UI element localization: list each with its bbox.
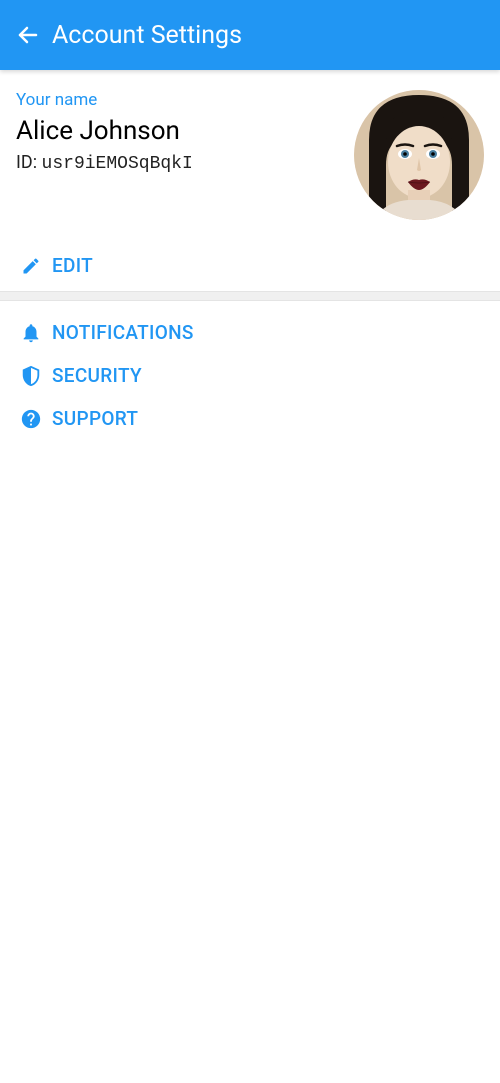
shield-icon <box>20 365 42 387</box>
profile-info: Your name Alice Johnson ID: usr9iEMOSqBq… <box>16 90 342 174</box>
pencil-icon <box>20 255 42 277</box>
menu-item-notifications[interactable]: NOTIFICATIONS <box>0 311 500 354</box>
page-title: Account Settings <box>52 21 242 50</box>
section-divider <box>0 291 500 301</box>
name-label: Your name <box>16 90 342 110</box>
menu-section: NOTIFICATIONS SECURITY SUPPORT <box>0 301 500 450</box>
notifications-label: NOTIFICATIONS <box>52 321 194 344</box>
avatar-image <box>354 90 484 220</box>
support-label: SUPPORT <box>52 407 138 430</box>
back-button[interactable] <box>16 23 40 47</box>
user-id-line: ID: usr9iEMOSqBqkI <box>16 152 342 174</box>
app-header: Account Settings <box>0 0 500 70</box>
profile-section: Your name Alice Johnson ID: usr9iEMOSqBq… <box>0 70 500 244</box>
id-label: ID: <box>16 152 42 173</box>
menu-item-support[interactable]: SUPPORT <box>0 397 500 440</box>
edit-button[interactable]: EDIT <box>0 244 500 291</box>
edit-label: EDIT <box>52 254 93 277</box>
bell-icon <box>20 322 42 344</box>
back-arrow-icon <box>16 23 40 47</box>
help-icon <box>20 408 42 430</box>
security-label: SECURITY <box>52 364 142 387</box>
avatar[interactable] <box>354 90 484 220</box>
user-id-value: usr9iEMOSqBqkI <box>42 154 193 174</box>
menu-item-security[interactable]: SECURITY <box>0 354 500 397</box>
user-name: Alice Johnson <box>16 116 342 146</box>
